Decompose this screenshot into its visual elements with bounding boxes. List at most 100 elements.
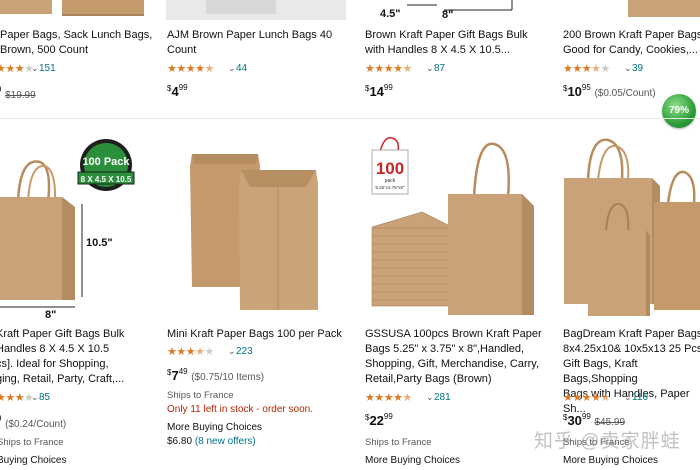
product-image-top-1-svg [0, 0, 144, 16]
review-count-top-2[interactable]: 44 [236, 63, 247, 74]
more-buying-choices-bottom-1: Buying Choices [0, 455, 67, 466]
title-line[interactable]: Mini Kraft Paper Bags 100 per Pack [167, 327, 352, 342]
price-whole: 4 [171, 84, 179, 99]
price-top-2[interactable]: $499 [167, 83, 188, 99]
product-image-bottom-1-svg: 10.5" 8" 100 Pack 8 X 4.5 X 10.5 [0, 139, 135, 321]
pack-badge-count: 100 Pack [82, 156, 130, 168]
review-count-top-4[interactable]: 39 [632, 63, 643, 74]
pack-badge-size: 8 X 4.5 X 10.5 [81, 175, 132, 184]
review-count-bottom-1[interactable]: 85 [39, 392, 50, 403]
price-top-4[interactable]: $1095 ($0.05/Count) [563, 83, 656, 99]
product-image-bottom-4[interactable] [560, 132, 700, 322]
chevron-down-icon[interactable]: ⌄ [426, 392, 434, 403]
star-rating-top-4[interactable]: ★★★★★ [563, 62, 610, 75]
price-whole: 10 [567, 84, 582, 99]
product-title-bottom-3[interactable]: GSSUSA 100pcs Brown Kraft Paper Bags 5.2… [365, 327, 555, 387]
star-rating-bottom-3[interactable]: ★★★★★ [365, 391, 412, 404]
discount-badge[interactable]: 79% [662, 94, 696, 128]
title-line[interactable]: Good for Candy, Cookies,... [563, 43, 700, 58]
star-rating-top-2[interactable]: ★★★★★ [167, 62, 214, 75]
pack-count-size: 5.25"x3.75"x8" [375, 185, 405, 190]
title-line[interactable]: Gift Bags, Kraft Bags,Shopping [563, 357, 700, 387]
price-fraction: 99 [383, 83, 393, 92]
more-buying-choices-bottom-2: More Buying Choices [167, 422, 263, 433]
title-line[interactable]: AJM Brown Paper Lunch Bags 40 [167, 28, 347, 43]
chevron-down-icon[interactable]: ⌄ [228, 63, 236, 74]
title-line[interactable]: Retail,Party Bags (Brown) [365, 372, 555, 387]
product-image-bottom-3-svg: 100 pack 5.25"x3.75"x8" [371, 137, 534, 315]
title-line[interactable]: 8x4.25x10& 10x5x13 25 Pcs [563, 342, 700, 357]
review-count-bottom-3[interactable]: 281 [434, 392, 451, 403]
product-title-bottom-1[interactable]: Kraft Paper Gift Bags Bulk Handles 8 X 4… [0, 327, 161, 387]
price-bottom-2[interactable]: $749 ($0.75/10 Items) [167, 367, 264, 383]
title-line[interactable]: GSSUSA 100pcs Brown Kraft Paper [365, 327, 555, 342]
star-rating-top-1[interactable]: ★★★★ [0, 62, 34, 75]
chevron-down-icon[interactable]: ⌄ [624, 63, 632, 74]
title-line[interactable]: with Handles 8 X 4.5 X 10.5... [365, 43, 555, 58]
title-line[interactable]: ging, Retail, Party, Craft,... [0, 372, 161, 387]
title-line[interactable]: BagDream Kraft Paper Bags [563, 327, 700, 342]
title-line[interactable]: Count [167, 43, 347, 58]
title-line[interactable]: Handles 8 X 4.5 X 10.5 [0, 342, 161, 357]
product-image-top-1[interactable] [0, 0, 150, 22]
ships-to-bottom-2: Ships to France [167, 390, 234, 401]
chevron-down-icon[interactable]: ⌄ [31, 63, 39, 74]
price-fraction: 99 [383, 412, 393, 421]
price-fraction: 9 [0, 85, 1, 94]
new-offers-link[interactable]: (8 new offers) [195, 436, 256, 447]
product-image-bottom-3[interactable]: 100 pack 5.25"x3.75"x8" [362, 132, 552, 322]
price-whole: 22 [369, 413, 384, 428]
price-bottom-1[interactable]: 9 ($0.24/Count) [0, 414, 66, 430]
product-image-bottom-2[interactable] [166, 132, 346, 322]
more-buying-choices-bottom-3: More Buying Choices [365, 455, 461, 466]
list-price: $19.99 [5, 90, 36, 101]
watermark: 知乎 @卖家胖蛙 [534, 431, 681, 452]
pack-count-sub: pack [385, 178, 396, 184]
ships-to-bottom-1: Ships to France [0, 437, 64, 448]
product-title-top-3[interactable]: Brown Kraft Paper Gift Bags Bulk with Ha… [365, 28, 555, 58]
product-image-bottom-2-svg [190, 154, 318, 310]
unit-price: ($0.05/Count) [594, 88, 656, 99]
title-line[interactable]: Brown, 500 Count [0, 43, 160, 58]
review-count-top-1[interactable]: 151 [39, 63, 56, 74]
star-rating-bottom-2[interactable]: ★★★★★ [167, 345, 214, 358]
title-line[interactable]: Bags 5.25" x 3.75" x 8",Handled, [365, 342, 555, 357]
price-whole: 7 [171, 368, 179, 383]
product-title-top-2[interactable]: AJM Brown Paper Lunch Bags 40 Count [167, 28, 347, 58]
review-count-bottom-2[interactable]: 223 [236, 346, 253, 357]
review-count-bottom-4[interactable]: 116 [632, 392, 648, 403]
star-rating-bottom-4[interactable]: ★★★★★ [563, 391, 610, 404]
title-line[interactable]: cs]. Ideal for Shopping, [0, 357, 161, 372]
product-title-top-1[interactable]: Paper Bags, Sack Lunch Bags, Brown, 500 … [0, 28, 160, 58]
stock-warning: Only 11 left in stock - order soon. [167, 404, 313, 415]
title-line[interactable]: Brown Kraft Paper Gift Bags Bulk [365, 28, 555, 43]
chevron-down-icon[interactable]: ⌄ [31, 392, 39, 403]
review-count-top-3[interactable]: 87 [434, 63, 445, 74]
title-line[interactable]: Kraft Paper Gift Bags Bulk [0, 327, 161, 342]
chevron-down-icon[interactable]: ⌄ [426, 63, 434, 74]
product-image-top-4[interactable] [560, 0, 700, 22]
unit-price: ($0.24/Count) [5, 419, 67, 430]
star-rating-bottom-1[interactable]: ★★★★ [0, 391, 34, 404]
price-fraction: 95 [581, 83, 591, 92]
star-rating-top-3[interactable]: ★★★★★ [365, 62, 412, 75]
title-line[interactable]: Shopping, Gift, Merchandise, Carry, [365, 357, 555, 372]
more-buying-choices-bottom-4: More Buying Choices [563, 455, 659, 466]
chevron-down-icon[interactable]: ⌄ [624, 392, 632, 403]
chevron-down-icon[interactable]: ⌄ [228, 346, 236, 357]
price-fraction: 9 [0, 414, 1, 423]
title-line[interactable]: Paper Bags, Sack Lunch Bags, [0, 28, 160, 43]
product-image-top-3[interactable]: 4.5" 8" [362, 0, 552, 22]
price-fraction: 99 [581, 412, 591, 421]
price-top-3[interactable]: $1499 [365, 83, 393, 99]
price-top-1[interactable]: 9 $19.99 [0, 85, 36, 101]
price-bottom-3[interactable]: $2299 [365, 412, 393, 428]
pack-count-number: 100 [376, 159, 404, 178]
product-image-top-2[interactable] [166, 0, 346, 22]
more-buying-price[interactable]: $6.80 (8 new offers) [167, 436, 256, 447]
product-title-bottom-2[interactable]: Mini Kraft Paper Bags 100 per Pack [167, 327, 352, 342]
product-image-bottom-1[interactable]: 10.5" 8" 100 Pack 8 X 4.5 X 10.5 [0, 132, 150, 322]
product-title-top-4[interactable]: 200 Brown Kraft Paper Bags Good for Cand… [563, 28, 700, 58]
unit-price: ($0.75/10 Items) [191, 372, 265, 383]
title-line[interactable]: 200 Brown Kraft Paper Bags [563, 28, 700, 43]
